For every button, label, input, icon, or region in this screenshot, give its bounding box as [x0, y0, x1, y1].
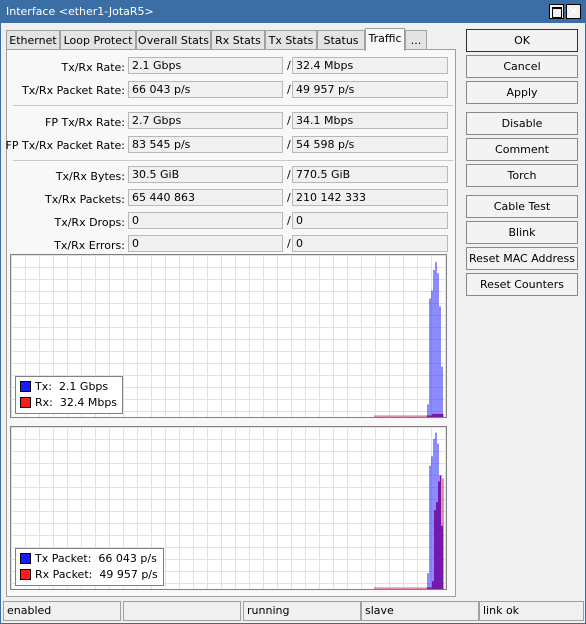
legend-rx-label: Rx:: [35, 396, 53, 409]
tab-tx-stats[interactable]: Tx Stats: [265, 30, 317, 50]
tab-traffic[interactable]: Traffic: [365, 28, 405, 51]
fp-tx-rx-packet-rate-label: FP Tx/Rx Packet Rate:: [5, 139, 125, 152]
tx-swatch: [20, 553, 31, 564]
rx-drops-field[interactable]: 0: [292, 212, 448, 229]
tx-rate-field[interactable]: 2.1 Gbps: [128, 57, 283, 74]
reset-mac-address-button[interactable]: Reset MAC Address: [466, 247, 578, 270]
status-running: running: [243, 601, 361, 621]
slash: /: [287, 59, 291, 72]
rx-errors-field[interactable]: 0: [292, 235, 448, 252]
window-title: Interface <ether1-JotaR5>: [6, 5, 154, 18]
fp-rx-rate-field[interactable]: 34.1 Mbps: [292, 112, 448, 129]
legend-rx: Rx: 32.4 Mbps: [20, 395, 117, 411]
reset-counters-button[interactable]: Reset Counters: [466, 273, 578, 296]
slash: /: [287, 237, 291, 250]
traffic-graph: Tx: 2.1 Gbps Rx: 32.4 Mbps: [10, 254, 447, 418]
title-bar[interactable]: Interface <ether1-JotaR5> ×: [1, 1, 585, 23]
tab-overall-stats[interactable]: Overall Stats: [136, 30, 211, 50]
packets-legend: Tx Packet: 66 043 p/s Rx Packet: 49 957 …: [15, 548, 164, 586]
legend-tx-value: 2.1 Gbps: [58, 380, 109, 393]
legend-rx-packet-value: 49 957 p/s: [99, 568, 158, 581]
fp-rx-packet-rate-field[interactable]: 54 598 p/s: [292, 136, 448, 153]
rx-swatch: [20, 397, 31, 408]
cable-test-button[interactable]: Cable Test: [466, 195, 578, 218]
legend-tx-label: Tx:: [35, 380, 52, 393]
comment-button[interactable]: Comment: [466, 138, 578, 161]
rx-bytes-field[interactable]: 770.5 GiB: [292, 166, 448, 183]
legend-tx-packet: Tx Packet: 66 043 p/s: [20, 551, 158, 567]
tx-rx-bytes-label: Tx/Rx Bytes:: [55, 170, 125, 183]
ok-button[interactable]: OK: [466, 29, 578, 52]
disable-button[interactable]: Disable: [466, 112, 578, 135]
rx-swatch: [20, 569, 31, 580]
packets-graph: Tx Packet: 66 043 p/s Rx Packet: 49 957 …: [10, 426, 447, 590]
apply-button[interactable]: Apply: [466, 81, 578, 104]
blink-button[interactable]: Blink: [466, 221, 578, 244]
tab-ethernet[interactable]: Ethernet: [6, 30, 60, 50]
slash: /: [287, 138, 291, 151]
divider: [13, 105, 453, 106]
legend-rx-packet: Rx Packet: 49 957 p/s: [20, 567, 158, 583]
tab-rx-stats[interactable]: Rx Stats: [211, 30, 265, 50]
status-slave: slave: [361, 601, 479, 621]
tx-packets-field[interactable]: 65 440 863: [128, 189, 283, 206]
legend-tx-packet-label: Tx Packet:: [35, 552, 92, 565]
fp-tx-rate-field[interactable]: 2.7 Gbps: [128, 112, 283, 129]
tx-packet-rate-field[interactable]: 66 043 p/s: [128, 81, 283, 98]
status-enabled: enabled: [3, 601, 121, 621]
tx-rx-errors-label: Tx/Rx Errors:: [54, 239, 125, 252]
tx-bytes-field[interactable]: 30.5 GiB: [128, 166, 283, 183]
slash: /: [287, 214, 291, 227]
tx-rx-drops-label: Tx/Rx Drops:: [54, 216, 126, 229]
tx-swatch: [20, 381, 31, 392]
close-icon[interactable]: ×: [566, 4, 581, 19]
tx-rx-rate-label: Tx/Rx Rate:: [61, 61, 125, 74]
rx-packet-rate-field[interactable]: 49 957 p/s: [292, 81, 448, 98]
slash: /: [287, 168, 291, 181]
slash: /: [287, 83, 291, 96]
fp-tx-rx-rate-label: FP Tx/Rx Rate:: [45, 116, 125, 129]
slash: /: [287, 191, 291, 204]
tab-loop-protect[interactable]: Loop Protect: [60, 30, 136, 50]
torch-button[interactable]: Torch: [466, 164, 578, 187]
interface-window: Interface <ether1-JotaR5> × Ethernet Loo…: [0, 0, 586, 624]
tx-errors-field[interactable]: 0: [128, 235, 283, 252]
tx-drops-field[interactable]: 0: [128, 212, 283, 229]
legend-rx-packet-label: Rx Packet:: [35, 568, 93, 581]
rx-rate-field[interactable]: 32.4 Mbps: [292, 57, 448, 74]
legend-tx: Tx: 2.1 Gbps: [20, 379, 117, 395]
tab-status[interactable]: Status: [317, 30, 365, 50]
legend-rx-value: 32.4 Mbps: [59, 396, 118, 409]
rx-packets-field[interactable]: 210 142 333: [292, 189, 448, 206]
slash: /: [287, 114, 291, 127]
legend-tx-packet-value: 66 043 p/s: [98, 552, 157, 565]
traffic-legend: Tx: 2.1 Gbps Rx: 32.4 Mbps: [15, 376, 124, 414]
divider: [13, 160, 453, 161]
tx-rx-packet-rate-label: Tx/Rx Packet Rate:: [22, 84, 125, 97]
cancel-button[interactable]: Cancel: [466, 55, 578, 78]
status-empty: [123, 601, 241, 621]
tab-more[interactable]: ...: [405, 30, 427, 50]
tx-rx-packets-label: Tx/Rx Packets:: [44, 193, 125, 206]
fp-tx-packet-rate-field[interactable]: 83 545 p/s: [128, 136, 283, 153]
restore-icon[interactable]: [549, 4, 564, 19]
status-link: link ok: [479, 601, 584, 621]
